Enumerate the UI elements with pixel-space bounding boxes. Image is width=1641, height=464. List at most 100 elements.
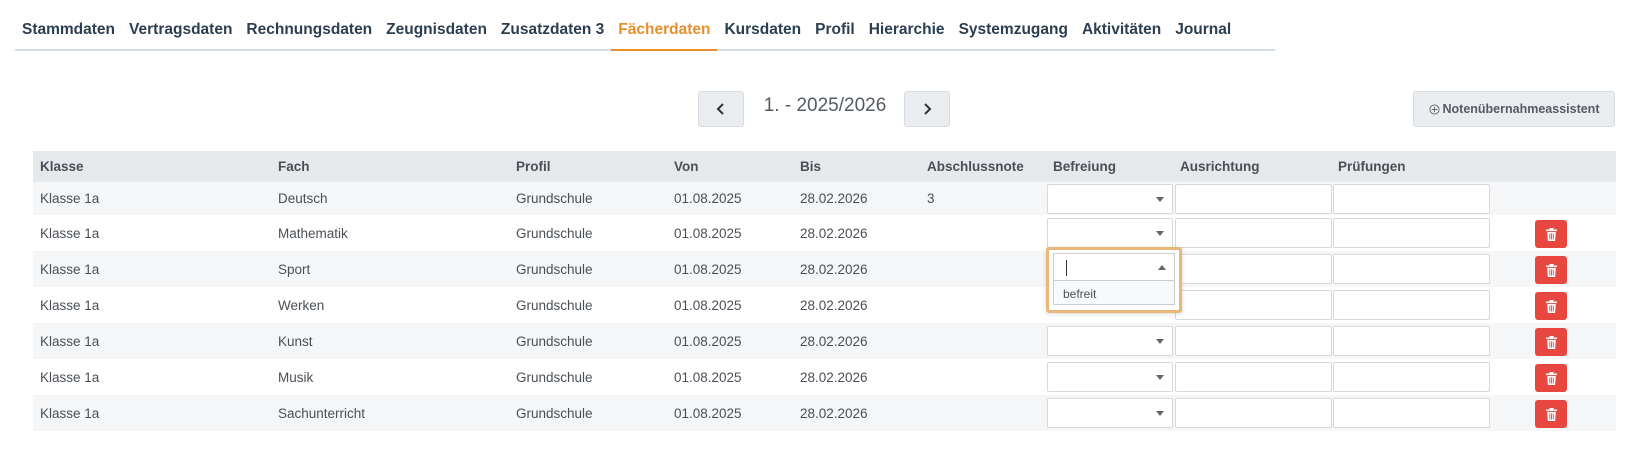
ausrichtung-input[interactable] bbox=[1175, 326, 1332, 356]
delete-row-button[interactable] bbox=[1535, 292, 1567, 320]
next-period-button[interactable] bbox=[904, 91, 950, 127]
pruefungen-input[interactable] bbox=[1333, 290, 1490, 320]
tab-vertragsdaten[interactable]: Vertragsdaten bbox=[122, 14, 239, 51]
delete-row-button[interactable] bbox=[1535, 328, 1567, 356]
chevron-left-icon bbox=[716, 103, 724, 115]
cell-bis: 28.02.2026 bbox=[800, 333, 868, 349]
cell-fach: Sachunterricht bbox=[278, 405, 366, 421]
tab-journal[interactable]: Journal bbox=[1168, 14, 1238, 51]
tab-aktivitaeten[interactable]: Aktivitäten bbox=[1075, 14, 1168, 51]
delete-row-button[interactable] bbox=[1535, 400, 1567, 428]
cell-bis: 28.02.2026 bbox=[800, 297, 868, 313]
dropdown-option-befreit[interactable]: befreit bbox=[1053, 281, 1175, 305]
column-header-pruefungen: Prüfungen bbox=[1338, 159, 1406, 174]
cell-abschlussnote: 3 bbox=[927, 191, 935, 206]
table-row: Klasse 1a Sport Grundschule 01.08.2025 2… bbox=[33, 251, 1616, 287]
cell-profil: Grundschule bbox=[516, 405, 593, 421]
table-row: Klasse 1a Musik Grundschule 01.08.2025 2… bbox=[33, 359, 1616, 395]
befreiung-select[interactable] bbox=[1047, 218, 1173, 248]
cell-von: 01.08.2025 bbox=[674, 369, 742, 385]
pruefungen-input[interactable] bbox=[1333, 398, 1490, 428]
trash-icon bbox=[1545, 407, 1557, 421]
cell-klasse: Klasse 1a bbox=[40, 191, 100, 206]
befreiung-select[interactable] bbox=[1047, 184, 1173, 214]
cell-klasse: Klasse 1a bbox=[40, 297, 100, 313]
ausrichtung-input[interactable] bbox=[1175, 290, 1332, 320]
tab-zusatzdaten-3[interactable]: Zusatzdaten 3 bbox=[494, 14, 611, 51]
delete-row-button[interactable] bbox=[1535, 364, 1567, 392]
table-header: Klasse Fach Profil Von Bis Abschlussnote… bbox=[33, 151, 1616, 182]
tab-stammdaten[interactable]: Stammdaten bbox=[15, 14, 122, 51]
cell-bis: 28.02.2026 bbox=[800, 261, 868, 277]
cell-profil: Grundschule bbox=[516, 225, 593, 241]
plus-circle-icon bbox=[1428, 103, 1440, 115]
befreiung-select[interactable] bbox=[1047, 398, 1173, 428]
table-row: Klasse 1a Sachunterricht Grundschule 01.… bbox=[33, 395, 1616, 431]
chevron-up-icon bbox=[1158, 265, 1166, 270]
cell-von: 01.08.2025 bbox=[674, 191, 742, 206]
cell-von: 01.08.2025 bbox=[674, 405, 742, 421]
cell-profil: Grundschule bbox=[516, 191, 593, 206]
column-header-ausrichtung: Ausrichtung bbox=[1180, 159, 1260, 174]
prev-period-button[interactable] bbox=[698, 91, 744, 127]
cell-von: 01.08.2025 bbox=[674, 261, 742, 277]
tab-rechnungsdaten[interactable]: Rechnungsdaten bbox=[239, 14, 379, 51]
text-cursor bbox=[1066, 260, 1067, 276]
ausrichtung-input[interactable] bbox=[1175, 254, 1332, 284]
tab-zeugnisdaten[interactable]: Zeugnisdaten bbox=[379, 14, 494, 51]
cell-profil: Grundschule bbox=[516, 261, 593, 277]
chevron-right-icon bbox=[924, 103, 932, 115]
tab-systemzugang[interactable]: Systemzugang bbox=[952, 14, 1075, 51]
tab-kursdaten[interactable]: Kursdaten bbox=[717, 14, 808, 51]
cell-von: 01.08.2025 bbox=[674, 225, 742, 241]
pruefungen-input[interactable] bbox=[1333, 184, 1490, 214]
trash-icon bbox=[1545, 371, 1557, 385]
table-row: Klasse 1a Mathematik Grundschule 01.08.2… bbox=[33, 215, 1616, 251]
cell-fach: Musik bbox=[278, 369, 314, 385]
pruefungen-input[interactable] bbox=[1333, 218, 1490, 248]
ausrichtung-input[interactable] bbox=[1175, 398, 1332, 428]
befreiung-dropdown-open[interactable]: befreit bbox=[1046, 247, 1182, 313]
column-header-klasse: Klasse bbox=[40, 159, 84, 174]
trash-icon bbox=[1545, 263, 1557, 277]
cell-fach: Mathematik bbox=[278, 225, 348, 241]
ausrichtung-input[interactable] bbox=[1175, 184, 1332, 214]
tab-profil[interactable]: Profil bbox=[808, 14, 862, 51]
tab-bar: Stammdaten Vertragsdaten Rechnungsdaten … bbox=[15, 14, 1275, 51]
notenuebernahmeassistent-button[interactable]: Notenübernahmeassistent bbox=[1413, 91, 1615, 127]
tab-faecherdaten[interactable]: Fächerdaten bbox=[611, 14, 718, 51]
pruefungen-input[interactable] bbox=[1333, 326, 1490, 356]
cell-profil: Grundschule bbox=[516, 297, 593, 313]
cell-fach: Sport bbox=[278, 261, 311, 277]
tab-hierarchie[interactable]: Hierarchie bbox=[862, 14, 952, 51]
column-header-abschlussnote: Abschlussnote bbox=[927, 159, 1024, 174]
column-header-profil: Profil bbox=[516, 159, 551, 174]
trash-icon bbox=[1545, 335, 1557, 349]
cell-bis: 28.02.2026 bbox=[800, 225, 868, 241]
pruefungen-input[interactable] bbox=[1333, 362, 1490, 392]
chevron-down-icon bbox=[1156, 375, 1164, 380]
ausrichtung-input[interactable] bbox=[1175, 362, 1332, 392]
pruefungen-input[interactable] bbox=[1333, 254, 1490, 284]
befreiung-select[interactable] bbox=[1047, 362, 1173, 392]
cell-profil: Grundschule bbox=[516, 369, 593, 385]
befreiung-search-input[interactable] bbox=[1053, 253, 1175, 281]
cell-bis: 28.02.2026 bbox=[800, 369, 868, 385]
period-label: 1. - 2025/2026 bbox=[763, 95, 887, 116]
befreiung-select[interactable] bbox=[1047, 326, 1173, 356]
column-header-bis: Bis bbox=[800, 159, 822, 174]
delete-row-button[interactable] bbox=[1535, 256, 1567, 284]
chevron-down-icon bbox=[1156, 339, 1164, 344]
chevron-down-icon bbox=[1156, 231, 1164, 236]
delete-row-button[interactable] bbox=[1535, 220, 1567, 248]
table-row: Klasse 1a Kunst Grundschule 01.08.2025 2… bbox=[33, 323, 1616, 359]
chevron-down-icon bbox=[1156, 197, 1164, 202]
cell-klasse: Klasse 1a bbox=[40, 405, 100, 421]
cell-klasse: Klasse 1a bbox=[40, 261, 100, 277]
cell-fach: Deutsch bbox=[278, 191, 328, 206]
faecher-table: Klasse Fach Profil Von Bis Abschlussnote… bbox=[33, 151, 1616, 431]
table-body: Klasse 1a Deutsch Grundschule 01.08.2025… bbox=[33, 182, 1616, 431]
cell-klasse: Klasse 1a bbox=[40, 333, 100, 349]
cell-von: 01.08.2025 bbox=[674, 297, 742, 313]
ausrichtung-input[interactable] bbox=[1175, 218, 1332, 248]
